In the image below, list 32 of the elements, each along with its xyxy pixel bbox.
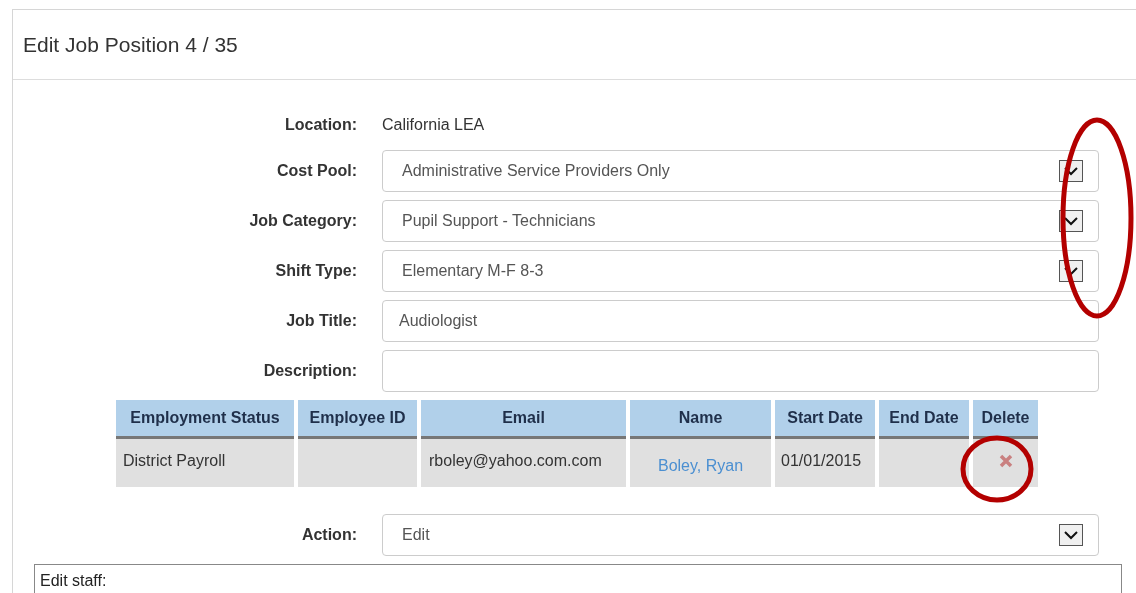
column-header: Employee ID: [298, 400, 417, 439]
field-label: Shift Type:: [274, 261, 358, 281]
chevron-down-icon: [1064, 266, 1078, 276]
field-label: Job Title:: [285, 311, 358, 331]
field-label: Location:: [284, 115, 358, 135]
table-cell: 01/01/2015: [775, 439, 875, 487]
column-header: Email: [421, 400, 626, 439]
field-label: Cost Pool:: [276, 161, 358, 181]
column-header: Start Date: [775, 400, 875, 439]
location-value: California LEA: [382, 115, 485, 135]
notes-field[interactable]: Edit staff:: [34, 564, 1122, 593]
field-label: Job Category:: [248, 211, 358, 231]
column-header: Employment Status: [116, 400, 294, 439]
chevron-down-icon: [1064, 216, 1078, 226]
table-cell: District Payroll: [116, 439, 294, 487]
text-field[interactable]: [382, 350, 1099, 392]
panel-title: Edit Job Position 4 / 35: [23, 31, 238, 58]
table-cell: rboley@yahoo.com.com: [421, 439, 626, 487]
select-field[interactable]: Pupil Support - Technicians: [382, 200, 1099, 242]
select-field[interactable]: Administrative Service Providers Only: [382, 150, 1099, 192]
field-label: Description:: [262, 361, 358, 381]
close-icon: [998, 454, 1013, 468]
column-header: Name: [630, 400, 771, 439]
field-label: Action:: [300, 525, 358, 545]
text-field[interactable]: Audiologist: [382, 300, 1099, 342]
chevron-down-icon: [1064, 166, 1078, 176]
column-header: End Date: [879, 400, 969, 439]
select-field[interactable]: Edit: [382, 514, 1099, 556]
column-header: Delete: [973, 400, 1038, 439]
select-field[interactable]: Elementary M-F 8-3: [382, 250, 1099, 292]
chevron-down-icon: [1064, 530, 1078, 540]
dropdown-toggle[interactable]: [1059, 524, 1083, 546]
